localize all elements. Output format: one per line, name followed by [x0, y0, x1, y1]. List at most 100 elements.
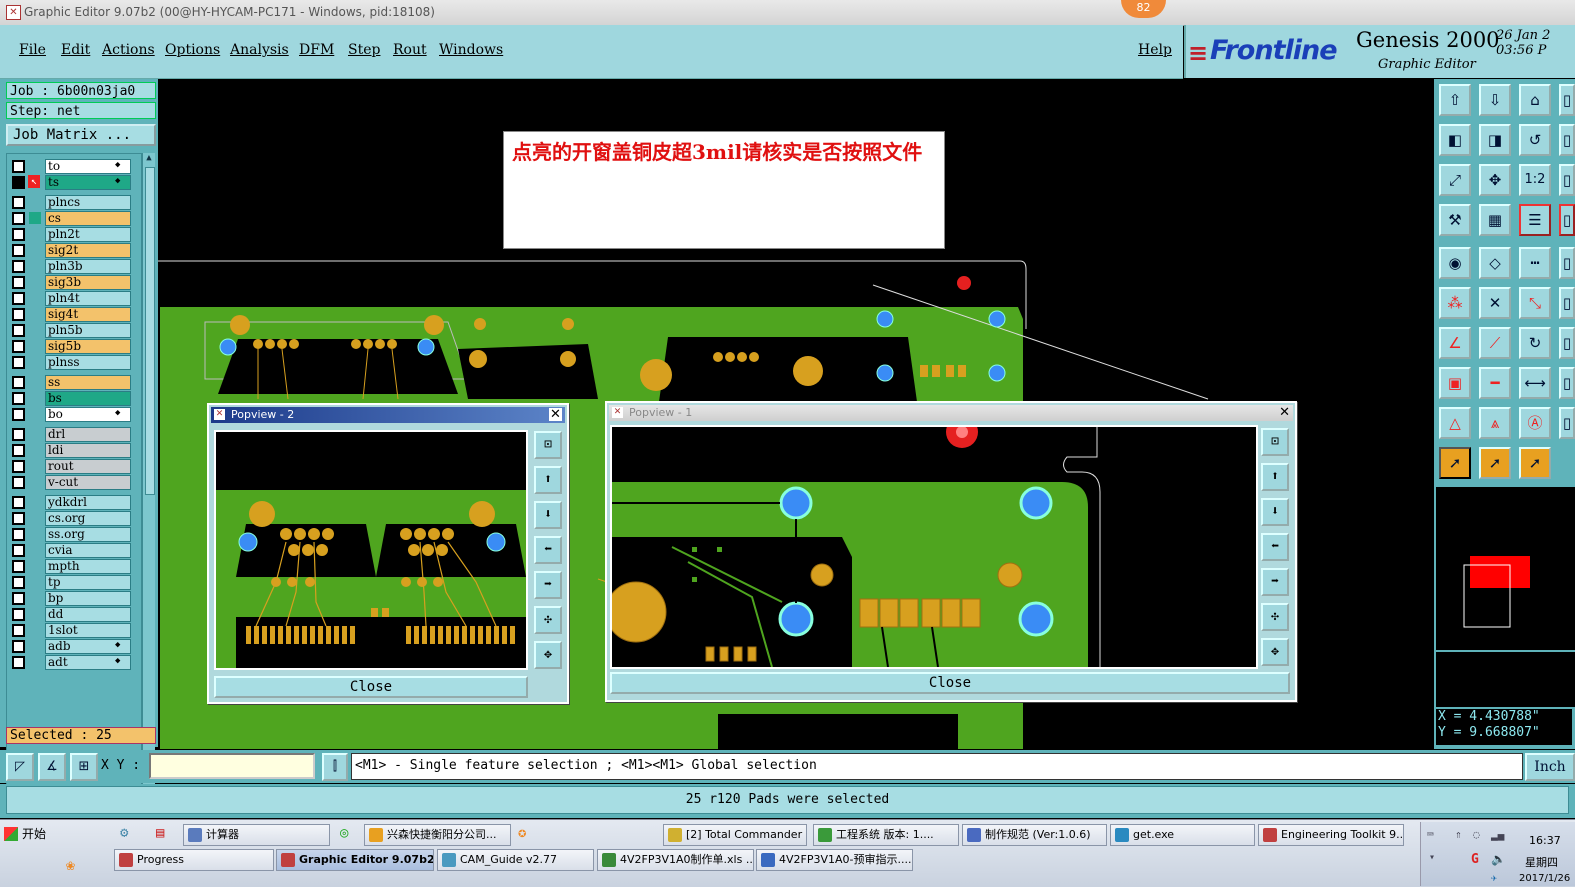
- menu-options[interactable]: Options: [165, 42, 220, 58]
- popview-1-close-button[interactable]: Close: [610, 672, 1290, 694]
- popview-1-pan-left-icon[interactable]: ⬅: [1261, 533, 1289, 561]
- angle-mode-icon[interactable]: ∡: [38, 753, 66, 781]
- quicklaunch-icon-1[interactable]: ⚙: [120, 825, 128, 841]
- layer-row-rout[interactable]: rout: [7, 459, 139, 474]
- popview-2-pan-right-icon[interactable]: ➡: [534, 571, 562, 599]
- select-cursor-icon[interactable]: ➚: [1439, 447, 1471, 479]
- layer-checkbox[interactable]: [12, 276, 25, 289]
- triangle-arrow-icon[interactable]: ⩓: [1479, 407, 1511, 439]
- popview-1-zoom-fit-icon[interactable]: ⊡: [1261, 428, 1289, 456]
- layer-row-sig3b[interactable]: sig3b: [7, 275, 139, 290]
- layer-checkbox[interactable]: [12, 176, 25, 189]
- layer-row-sig4t[interactable]: sig4t: [7, 307, 139, 322]
- window-titlebar[interactable]: ✕ Graphic Editor 9.07b2 (00@HY-HYCAM-PC1…: [0, 0, 1575, 26]
- tray-arrow-icon[interactable]: ⇑: [1455, 828, 1462, 841]
- layer-row-cs.org[interactable]: cs.org: [7, 511, 139, 526]
- menu-file[interactable]: File: [19, 42, 46, 58]
- popview-2-pan-up-icon[interactable]: ⬆: [534, 466, 562, 494]
- layer-checkbox[interactable]: [12, 308, 25, 321]
- popview-2-close-icon[interactable]: ✕: [549, 408, 562, 421]
- layer-row-plncs[interactable]: plncs: [7, 195, 139, 210]
- grid-snap-icon[interactable]: ⊞: [70, 753, 98, 781]
- star-quicklaunch-icon[interactable]: ✪: [518, 825, 526, 841]
- layer-checkbox[interactable]: [12, 476, 25, 489]
- clock-weekday[interactable]: 星期四: [1525, 854, 1558, 870]
- popview-1-titlebar[interactable]: ✕ Popview - 1 ✕: [609, 405, 1293, 421]
- job-matrix-button[interactable]: Job Matrix ...: [6, 124, 156, 146]
- menu-dfm[interactable]: DFM: [299, 42, 334, 58]
- home-icon[interactable]: ⌂: [1519, 84, 1551, 116]
- menu-rout[interactable]: Rout: [393, 42, 427, 58]
- layer-checkbox[interactable]: [12, 640, 25, 653]
- distance-icon[interactable]: ⟷: [1519, 367, 1551, 399]
- menu-analysis[interactable]: Analysis: [230, 42, 289, 58]
- pan-left-icon[interactable]: ◧: [1439, 124, 1471, 156]
- layer-row-dd[interactable]: dd: [7, 607, 139, 622]
- select-cursor-area-icon[interactable]: ➚: [1519, 447, 1551, 479]
- tray-icon-3[interactable]: ✈: [1491, 873, 1497, 884]
- layer-checkbox[interactable]: [12, 544, 25, 557]
- start-button[interactable]: 开始: [2, 823, 70, 845]
- popview-2-window[interactable]: ✕ Popview - 2 ✕ Close ⊡ ⬆ ⬇ ⬅ ➡ ✣ ✥: [207, 403, 569, 704]
- select-cursor-alt-icon[interactable]: ➚: [1479, 447, 1511, 479]
- layer-row-sig2t[interactable]: sig2t: [7, 243, 139, 258]
- layer-row-adb[interactable]: adb ◆: [7, 639, 139, 654]
- layer-row-adt[interactable]: adt ◆: [7, 655, 139, 670]
- layer-checkbox[interactable]: [12, 292, 25, 305]
- edge-button-2[interactable]: ▯: [1559, 124, 1575, 156]
- popview-1-pan-down-icon[interactable]: ⬇: [1261, 498, 1289, 526]
- layer-row-to[interactable]: to ◆: [7, 159, 139, 174]
- popview-1-pan-up-icon[interactable]: ⬆: [1261, 463, 1289, 491]
- overview-map[interactable]: [1436, 542, 1575, 650]
- layer-checkbox[interactable]: [12, 228, 25, 241]
- task-engineering-toolkit[interactable]: Engineering Toolkit 9....: [1258, 824, 1404, 846]
- menu-edit[interactable]: Edit: [61, 42, 90, 58]
- edge-button-1[interactable]: ▯: [1559, 84, 1575, 116]
- download-icon[interactable]: ⇩: [1479, 84, 1511, 116]
- layer-row-1slot[interactable]: 1slot: [7, 623, 139, 638]
- triangle-icon[interactable]: △: [1439, 407, 1471, 439]
- tray-g-icon[interactable]: G: [1471, 852, 1479, 867]
- task-total-commander[interactable]: [2] Total Commander ...: [663, 824, 807, 846]
- menu-actions[interactable]: Actions: [102, 42, 155, 58]
- layer-checkbox[interactable]: [12, 444, 25, 457]
- task-calculator[interactable]: 计算器: [183, 824, 330, 846]
- layer-checkbox[interactable]: [12, 324, 25, 337]
- layer-row-pln4t[interactable]: pln4t: [7, 291, 139, 306]
- popview-2-pan-left-icon[interactable]: ⬅: [534, 536, 562, 564]
- edge-button-4[interactable]: ▯: [1559, 204, 1575, 236]
- flower-tray-icon[interactable]: ❀: [66, 856, 75, 874]
- layer-checkbox[interactable]: [12, 260, 25, 273]
- clock-time[interactable]: 16:37: [1529, 834, 1561, 847]
- volume-icon[interactable]: 🔈: [1491, 852, 1506, 866]
- zoom-center-icon[interactable]: ✥: [1479, 164, 1511, 196]
- layer-checkbox[interactable]: [12, 656, 25, 669]
- menu-help[interactable]: Help: [1138, 42, 1172, 58]
- units-inch-button[interactable]: Inch: [1525, 753, 1575, 781]
- layer-row-v-cut[interactable]: v-cut: [7, 475, 139, 490]
- popview-2-pan-down-icon[interactable]: ⬇: [534, 501, 562, 529]
- layer-checkbox[interactable]: [12, 592, 25, 605]
- layer-row-ydkdrl[interactable]: ydkdrl: [7, 495, 139, 510]
- minus-icon[interactable]: ━: [1479, 367, 1511, 399]
- link-icon[interactable]: ⤡: [1519, 287, 1551, 319]
- pan-right-icon[interactable]: ◨: [1479, 124, 1511, 156]
- layer-checkbox[interactable]: [12, 576, 25, 589]
- scroll-up-icon[interactable]: ▲: [144, 153, 154, 163]
- task-cam-guide[interactable]: CAM_Guide v2.77: [437, 849, 594, 871]
- scale-1-2-button[interactable]: 1:2: [1519, 164, 1551, 196]
- layer-row-ss[interactable]: ss: [7, 375, 139, 390]
- task-engineering-system[interactable]: 工程系统 版本: 1....: [813, 824, 959, 846]
- layer-checkbox[interactable]: [12, 512, 25, 525]
- popview-1-view[interactable]: [610, 425, 1258, 669]
- popview-1-window[interactable]: ✕ Popview - 1 ✕ Close ⊡ ⬆ ⬇ ⬅ ➡ ✣ ✥: [605, 401, 1297, 702]
- edge-button-9[interactable]: ▯: [1559, 407, 1575, 439]
- pad-icon[interactable]: ▣: [1439, 367, 1471, 399]
- layer-checkbox[interactable]: [12, 560, 25, 573]
- layer-checkbox[interactable]: [12, 160, 25, 173]
- line-diagonal-icon[interactable]: ⟋: [1479, 327, 1511, 359]
- layer-row-ldi[interactable]: ldi: [7, 443, 139, 458]
- ruler-icon[interactable]: ┅: [1519, 247, 1551, 279]
- layer-row-bs[interactable]: bs: [7, 391, 139, 406]
- layer-row-mpth[interactable]: mpth: [7, 559, 139, 574]
